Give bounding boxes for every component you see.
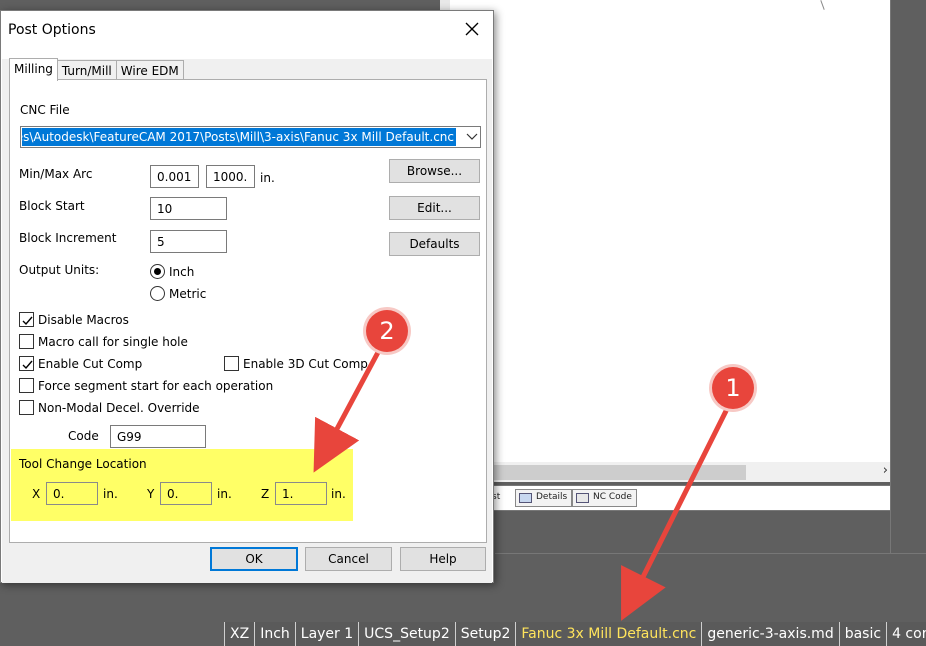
status-bar: XZ Inch Layer 1 UCS_Setup2 Setup2 Fanuc …	[224, 622, 926, 646]
code-input[interactable]: G99	[110, 425, 206, 448]
cnc-file-value: Files\Autodesk\FeatureCAM 2017\Posts\Mil…	[22, 128, 456, 146]
metric-radio[interactable]	[150, 286, 165, 301]
tool-change-z-unit: in.	[331, 487, 346, 501]
macro-single-hole-label: Macro call for single hole	[38, 335, 188, 349]
tool-change-z-input[interactable]: 1.	[275, 482, 327, 505]
status-setup[interactable]: Setup2	[454, 622, 516, 646]
status-mode[interactable]: basic	[838, 622, 886, 646]
block-start-input[interactable]: 10	[150, 197, 227, 220]
output-units-label: Output Units:	[19, 263, 100, 277]
tool-change-y-input[interactable]: 0.	[160, 482, 212, 505]
nc-code-icon	[576, 493, 589, 503]
inch-radio[interactable]	[150, 264, 165, 279]
badge-1: 1	[712, 367, 754, 409]
macro-single-hole-checkbox[interactable]	[19, 334, 34, 349]
tab-nc-code[interactable]: NC Code	[572, 489, 637, 507]
disable-macros-checkbox[interactable]	[19, 312, 34, 327]
enable-cut-comp-label: Enable Cut Comp	[38, 357, 143, 371]
cancel-button[interactable]: Cancel	[305, 547, 392, 571]
block-start-label: Block Start	[19, 199, 85, 213]
tool-change-z-label: Z	[261, 487, 270, 501]
cnc-file-dropdown[interactable]: Files\Autodesk\FeatureCAM 2017\Posts\Mil…	[20, 126, 481, 148]
scrollbar-thumb[interactable]	[490, 465, 746, 480]
results-tabs: st Details NC Code	[450, 485, 890, 511]
browse-button[interactable]: Browse...	[389, 159, 480, 183]
tab-nc-code-label: NC Code	[593, 492, 632, 502]
tool-change-y-unit: in.	[217, 487, 232, 501]
cnc-file-text: Files\Autodesk\FeatureCAM 2017\Posts\Mil…	[22, 130, 454, 144]
dialog-tabs: Milling Turn/Mill Wire EDM	[9, 58, 184, 81]
metric-radio-label: Metric	[169, 287, 207, 301]
min-max-arc-label: Min/Max Arc	[19, 167, 93, 181]
tab-wire-edm[interactable]: Wire EDM	[115, 60, 184, 80]
status-units[interactable]: Inch	[254, 622, 295, 646]
dialog-title: Post Options	[8, 22, 96, 38]
right-panel-strip	[890, 0, 926, 553]
min-arc-input[interactable]: 0.001	[150, 165, 199, 188]
tab-details-label: Details	[536, 492, 568, 502]
ok-button[interactable]: OK	[210, 547, 298, 571]
tool-change-x-input[interactable]: 0.	[46, 482, 98, 505]
enable-3d-cut-comp-label: Enable 3D Cut Comp	[243, 357, 368, 371]
badge-2: 2	[366, 310, 408, 352]
enable-cut-comp-checkbox[interactable]	[19, 356, 34, 371]
milling-panel: CNC File Files\Autodesk\FeatureCAM 2017\…	[9, 79, 487, 543]
post-options-dialog: Post Options Milling Turn/Mill Wire EDM …	[0, 10, 494, 583]
status-ucs[interactable]: UCS_Setup2	[358, 622, 455, 646]
close-icon[interactable]	[463, 20, 481, 38]
max-arc-input[interactable]: 1000.	[206, 165, 255, 188]
force-segment-start-label: Force segment start for each operation	[38, 379, 274, 393]
horizontal-scrollbar[interactable]: ›	[450, 462, 890, 482]
edit-button[interactable]: Edit...	[389, 196, 480, 220]
block-increment-label: Block Increment	[19, 231, 117, 245]
arc-unit-label: in.	[260, 171, 275, 185]
inch-radio-label: Inch	[169, 265, 195, 279]
status-layer[interactable]: Layer 1	[294, 622, 358, 646]
tab-milling[interactable]: Milling	[9, 58, 58, 81]
tool-change-title: Tool Change Location	[19, 457, 147, 471]
graphics-viewport[interactable]	[450, 0, 890, 462]
chevron-down-icon[interactable]	[466, 132, 478, 142]
status-plane[interactable]: XZ	[224, 622, 254, 646]
checkmark-icon	[22, 316, 33, 326]
force-segment-start-checkbox[interactable]	[19, 378, 34, 393]
tab-details[interactable]: Details	[515, 489, 573, 507]
non-modal-decel-checkbox[interactable]	[19, 400, 34, 415]
code-label: Code	[68, 429, 99, 443]
help-button[interactable]: Help	[400, 547, 486, 571]
checkmark-icon	[22, 360, 33, 370]
panel-divider	[495, 553, 926, 554]
tool-change-x-label: X	[32, 487, 41, 501]
defaults-button[interactable]: Defaults	[389, 232, 480, 256]
viewport-geometry-line	[820, 0, 825, 10]
details-icon	[519, 493, 532, 503]
scroll-right-icon[interactable]: ›	[883, 463, 888, 478]
tool-change-y-label: Y	[147, 487, 155, 501]
enable-3d-cut-comp-checkbox[interactable]	[224, 356, 239, 371]
tool-change-highlight: Tool Change Location X 0. in. Y 0. in. Z…	[11, 449, 353, 521]
status-machine-file[interactable]: generic-3-axis.md	[701, 622, 838, 646]
non-modal-decel-label: Non-Modal Decel. Override	[38, 401, 200, 415]
disable-macros-label: Disable Macros	[38, 313, 129, 327]
status-post-file[interactable]: Fanuc 3x Mill Default.cnc	[515, 622, 701, 646]
tool-change-x-unit: in.	[103, 487, 118, 501]
cnc-file-label: CNC File	[20, 103, 70, 117]
status-cores[interactable]: 4 cores	[886, 622, 926, 646]
tab-turn-mill[interactable]: Turn/Mill	[56, 60, 117, 80]
block-increment-input[interactable]: 5	[150, 230, 227, 253]
